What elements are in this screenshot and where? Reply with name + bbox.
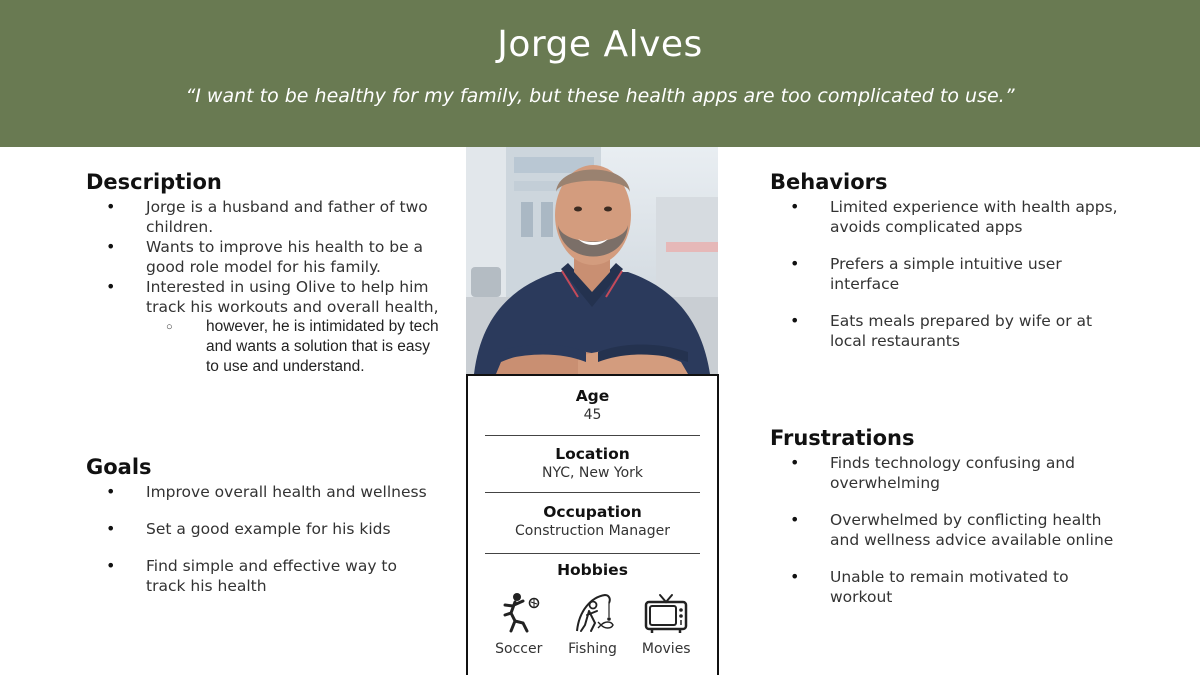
occupation-value: Construction Manager <box>515 523 670 539</box>
list-item: Improve overall health and wellness <box>86 482 446 502</box>
persona-name: Jorge Alves <box>497 24 703 65</box>
soccer-icon <box>503 593 540 633</box>
list-item: Limited experience with health apps, avo… <box>770 197 1130 237</box>
persona-header: Jorge Alves “I want to be healthy for my… <box>0 0 1200 147</box>
divider <box>485 435 700 436</box>
list-item: Set a good example for his kids <box>86 519 446 539</box>
list-item: Wants to improve his health to be a good… <box>86 237 446 277</box>
hobby-label: Fishing <box>568 641 617 657</box>
goals-title: Goals <box>86 455 152 479</box>
hobby-soccer: Soccer <box>484 591 554 657</box>
behaviors-title: Behaviors <box>770 170 888 194</box>
tv-icon <box>645 594 688 633</box>
age-block: Age 45 <box>468 387 717 423</box>
hobby-label: Soccer <box>495 641 543 657</box>
persona-photo <box>466 147 718 374</box>
hobby-label: Movies <box>641 641 691 657</box>
list-item: Overwhelmed by conflicting health and we… <box>770 510 1130 550</box>
description-title: Description <box>86 170 222 194</box>
age-value: 45 <box>583 407 602 423</box>
list-item: Jorge is a husband and father of two chi… <box>86 197 446 237</box>
list-item: Find simple and effective way to track h… <box>86 556 446 596</box>
hobby-movies: Movies <box>631 591 701 657</box>
behaviors-section: Behaviors Limited experience with health… <box>770 170 1130 368</box>
list-item: Unable to remain motivated to workout <box>770 567 1130 607</box>
sub-list-item: however, he is intimidated by tech and w… <box>146 317 446 377</box>
hobbies-block: Hobbies <box>468 561 717 579</box>
persona-info-card: Age 45 Location NYC, New York Occupation… <box>466 374 719 675</box>
divider <box>485 492 700 493</box>
behaviors-list: Limited experience with health apps, avo… <box>770 197 1130 351</box>
divider <box>485 553 700 554</box>
description-list: Jorge is a husband and father of two chi… <box>86 197 446 317</box>
description-section: Description Jorge is a husband and fathe… <box>86 170 446 377</box>
fishing-icon <box>575 593 614 632</box>
list-item: Eats meals prepared by wife or at local … <box>770 311 1130 351</box>
list-item: Prefers a simple intuitive user interfac… <box>770 254 1130 294</box>
frustrations-list: Finds technology confusing and overwhelm… <box>770 453 1130 607</box>
list-item: Finds technology confusing and overwhelm… <box>770 453 1130 493</box>
hobbies-label: Hobbies <box>557 561 628 579</box>
description-sublist: however, he is intimidated by tech and w… <box>86 317 446 377</box>
hobbies-list: Soccer Fishing Movies <box>468 591 717 657</box>
location-value: NYC, New York <box>541 465 644 481</box>
age-label: Age <box>575 387 610 405</box>
persona-quote: “I want to be healthy for my family, but… <box>185 85 1015 107</box>
occupation-block: Occupation Construction Manager <box>468 503 717 539</box>
hobby-fishing: Fishing <box>558 591 628 657</box>
frustrations-section: Frustrations Finds technology confusing … <box>770 426 1130 624</box>
location-block: Location NYC, New York <box>468 445 717 481</box>
goals-list: Improve overall health and wellness Set … <box>86 482 446 596</box>
list-item: Interested in using Olive to help him tr… <box>86 277 446 317</box>
occupation-label: Occupation <box>543 503 642 521</box>
location-label: Location <box>555 445 630 463</box>
persona-photo-illustration <box>466 147 718 374</box>
goals-section: Goals Improve overall health and wellnes… <box>86 455 446 613</box>
frustrations-title: Frustrations <box>770 426 915 450</box>
